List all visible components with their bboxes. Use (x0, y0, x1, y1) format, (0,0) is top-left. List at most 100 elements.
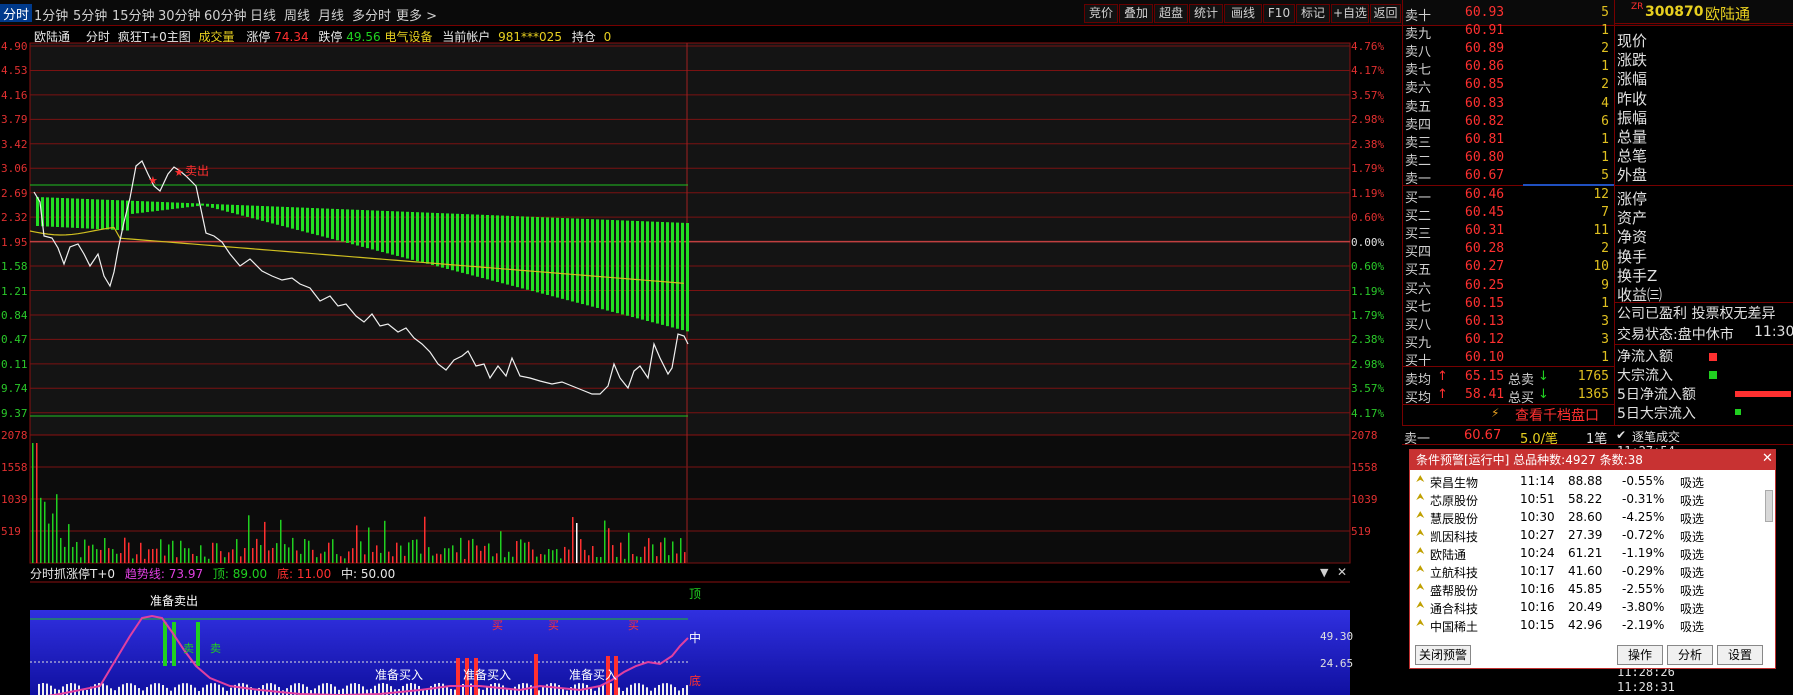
alert-row[interactable]: ⮝ 芯原股份 10:51 58.22 -0.31% 吸选 (1410, 490, 1760, 508)
alert-up-icon: ⮝ (1416, 582, 1425, 593)
settings-button[interactable]: 设置 (1717, 645, 1763, 665)
ready-buy-label: 准备买入 (463, 668, 512, 682)
auction-button[interactable]: 竞价 (1084, 4, 1118, 23)
close-alert-button[interactable]: 关闭预警 (1415, 645, 1471, 665)
indicator-name[interactable]: 疯狂T+0主图 (118, 30, 191, 44)
flow-bar (566, 218, 569, 301)
ask-row[interactable]: 卖五 60.83 4 (1403, 95, 1615, 115)
volume-bar (96, 549, 98, 563)
alert-row[interactable]: ⮝ 慧辰股份 10:30 28.60 -4.25% 吸选 (1410, 508, 1760, 526)
flow-bar (421, 212, 424, 263)
alert-action[interactable]: 吸选 (1680, 582, 1704, 599)
chart-info-line: 欧陆通 分时 疯狂T+0主图 成交量 涨停 74.34 跌停 49.56 电气设… (34, 28, 611, 45)
period-tab-more[interactable]: 更多 > (396, 5, 437, 24)
period-tab-60min[interactable]: 60分钟 (204, 5, 247, 24)
flow-net: 净流入额 (1617, 349, 1673, 365)
buy-signal: 买 (628, 619, 639, 632)
ask-row[interactable]: 卖二 60.80 1 (1403, 149, 1615, 169)
ask-row[interactable]: 卖一 60.67 5 (1403, 167, 1615, 187)
thousand-level-link[interactable]: 查看千档盘口 (1515, 405, 1599, 425)
tick-detail-label[interactable]: 逐笔成交 (1632, 428, 1680, 445)
mark-button[interactable]: 标记 (1296, 4, 1330, 23)
alert-row[interactable]: ⮝ 荣昌生物 11:14 88.88 -0.55% 吸选 (1410, 472, 1760, 490)
indicator2-title[interactable]: 分时抓涨停T+0 (30, 567, 115, 581)
volume-bar (312, 549, 314, 563)
ind2-histogram (634, 683, 636, 695)
bid-row[interactable]: 买五 60.27 10 (1403, 258, 1615, 278)
draw-line-button[interactable]: 画线 (1224, 4, 1262, 23)
volume-bar (56, 494, 58, 563)
volume-bar (612, 545, 614, 563)
alert-row[interactable]: ⮝ 盛帮股份 10:16 45.85 -2.55% 吸选 (1410, 580, 1760, 598)
bid-row[interactable]: 买八 60.13 3 (1403, 313, 1615, 333)
ask-row[interactable]: 卖八 60.89 2 (1403, 40, 1615, 60)
ind2-histogram (118, 686, 120, 695)
alert-action[interactable]: 吸选 (1680, 600, 1704, 617)
ask-row[interactable]: 卖四 60.82 6 (1403, 113, 1615, 133)
period-tab-month[interactable]: 月线 (318, 5, 344, 24)
back-button[interactable]: 返回 (1370, 4, 1401, 23)
ind2-histogram (142, 690, 144, 695)
volume-bar (108, 548, 110, 563)
operate-button[interactable]: 操作 (1617, 645, 1663, 665)
alert-time: 10:30 (1520, 510, 1555, 524)
bid-row[interactable]: 买二 60.45 7 (1403, 204, 1615, 224)
period-tab-15min[interactable]: 15分钟 (112, 5, 155, 24)
period-tab-30min[interactable]: 30分钟 (158, 5, 201, 24)
alert-row[interactable]: ⮝ 中国稀土 10:15 42.96 -2.19% 吸选 (1410, 616, 1760, 634)
tick-detail-icon[interactable]: ✔ (1616, 428, 1626, 442)
alert-action[interactable]: 吸选 (1680, 564, 1704, 581)
period-tab-multi[interactable]: 多分时 (352, 5, 391, 24)
flow-bar (336, 209, 339, 241)
ask-row[interactable]: 卖三 60.81 1 (1403, 131, 1615, 151)
alert-action[interactable]: 吸选 (1680, 492, 1704, 509)
alert-close-icon[interactable]: ✕ (1762, 451, 1773, 466)
alert-row[interactable]: ⮝ 欧陆通 10:24 61.21 -1.19% 吸选 (1410, 544, 1760, 562)
alert-row[interactable]: ⮝ 立航科技 10:17 41.60 -0.29% 吸选 (1410, 562, 1760, 580)
add-watchlist-button[interactable]: +自选 (1331, 4, 1369, 23)
bid-row[interactable]: 买六 60.25 9 (1403, 277, 1615, 297)
alert-action[interactable]: 吸选 (1680, 510, 1704, 527)
alert-action[interactable]: 吸选 (1680, 474, 1704, 491)
bid-row[interactable]: 买四 60.28 2 (1403, 240, 1615, 260)
overlay-button[interactable]: 叠加 (1119, 4, 1153, 23)
collapse-icon[interactable]: ▼ (1320, 566, 1328, 579)
ind2-histogram (226, 690, 228, 695)
bid-row[interactable]: 买一 60.46 12 (1403, 186, 1615, 206)
ask-row[interactable]: 卖七 60.86 1 (1403, 58, 1615, 78)
alert-row[interactable]: ⮝ 凯因科技 10:27 27.39 -0.72% 吸选 (1410, 526, 1760, 544)
alert-time: 10:16 (1520, 600, 1555, 614)
analyze-button[interactable]: 分析 (1667, 645, 1713, 665)
bid-row[interactable]: 买十 60.10 1 (1403, 349, 1615, 369)
bid-row[interactable]: 买九 60.12 3 (1403, 331, 1615, 351)
period-tab-5min[interactable]: 5分钟 (73, 5, 107, 24)
bid-row[interactable]: 买三 60.31 11 (1403, 222, 1615, 242)
stats-button[interactable]: 统计 (1189, 4, 1223, 23)
volume-tick-left: 2078 (1, 429, 28, 442)
ask-row[interactable]: 卖六 60.85 2 (1403, 76, 1615, 96)
bid-row[interactable]: 买七 60.15 1 (1403, 295, 1615, 315)
flow-bar (461, 214, 464, 273)
ask-row[interactable]: 卖十 60.93 5 (1403, 4, 1615, 24)
period-tab-intraday[interactable]: 分时 (0, 4, 33, 23)
period-tab-day[interactable]: 日线 (250, 5, 276, 24)
price-tick-right: 4.17% (1351, 406, 1385, 420)
super-panel-button[interactable]: 超盘 (1154, 4, 1188, 23)
f10-button[interactable]: F10 (1263, 4, 1295, 23)
period-tab-week[interactable]: 周线 (284, 5, 310, 24)
alert-action[interactable]: 吸选 (1680, 618, 1704, 635)
period-tab-1min[interactable]: 1分钟 (34, 5, 68, 24)
flow-bar (181, 202, 184, 208)
alert-action[interactable]: 吸选 (1680, 528, 1704, 545)
ind2-histogram (670, 684, 672, 695)
alert-action[interactable]: 吸选 (1680, 546, 1704, 563)
close-icon[interactable]: ✕ (1337, 565, 1347, 579)
volume-bar (316, 557, 318, 563)
price-tick-right: 1.79% (1351, 162, 1385, 176)
alert-row[interactable]: ⮝ 通合科技 10:16 20.49 -3.80% 吸选 (1410, 598, 1760, 616)
flow-bar (616, 220, 619, 314)
volume-bar (452, 545, 454, 563)
ask-row[interactable]: 卖九 60.91 1 (1403, 22, 1615, 42)
alert-scrollbar[interactable] (1765, 490, 1773, 522)
chart-mode: 分时 (85, 30, 110, 44)
